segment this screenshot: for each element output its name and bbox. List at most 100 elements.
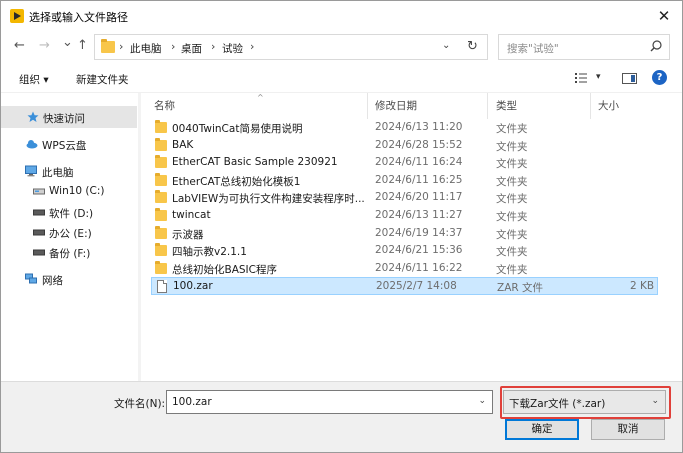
cloud-icon bbox=[26, 140, 38, 149]
column-divider[interactable] bbox=[367, 93, 368, 119]
new-folder-button[interactable]: 新建文件夹 bbox=[76, 72, 129, 87]
nav-item-drive-f[interactable]: 备份 (F:) bbox=[1, 241, 137, 263]
folder-icon bbox=[155, 172, 167, 186]
column-header-name[interactable]: 名称 bbox=[154, 98, 175, 113]
breadcrumb-separator: › bbox=[250, 40, 255, 53]
cell-type: 文件夹 bbox=[496, 123, 528, 135]
preview-pane-icon[interactable] bbox=[622, 73, 637, 84]
cell-size: 2 KB bbox=[630, 280, 655, 293]
chevron-down-icon[interactable]: ⌄ bbox=[478, 396, 486, 406]
nav-item-drive-c[interactable]: Win10 (C:) bbox=[1, 180, 137, 202]
column-header-size[interactable]: 大小 bbox=[598, 98, 619, 113]
cell-type: 文件夹 bbox=[496, 228, 528, 241]
cell-name: 0040TwinCat简易使用说明 bbox=[172, 123, 303, 135]
column-header-modified[interactable]: 修改日期 bbox=[375, 98, 417, 113]
file-row[interactable]: 100.zar 2025/2/7 14:08 ZAR 文件 2 KB bbox=[151, 277, 658, 295]
nav-item-wps-cloud[interactable]: WPS云盘 bbox=[1, 133, 137, 155]
drive-icon bbox=[33, 188, 45, 195]
breadcrumb-separator: › bbox=[211, 40, 216, 53]
dialog-footer: 文件名(N): 100.zar ⌄ 下载Zar文件 (*.zar) ⌄ 确定 取… bbox=[1, 381, 682, 452]
cell-modified: 2024/6/28 15:52 bbox=[375, 138, 463, 151]
cell-modified: 2025/2/7 14:08 bbox=[376, 280, 457, 293]
close-button[interactable]: ✕ bbox=[646, 1, 682, 31]
recent-locations-button[interactable]: ⌄ bbox=[62, 36, 73, 50]
folder-icon bbox=[155, 120, 167, 133]
folder-row[interactable]: LabVIEW为可执行文件构建安装程序时... 2024/6/20 11:17 文件… bbox=[151, 189, 658, 207]
cell-name: twincat bbox=[172, 209, 211, 221]
nav-item-label: 网络 bbox=[42, 275, 63, 287]
nav-item-label: Win10 (C:) bbox=[49, 185, 105, 197]
column-divider[interactable] bbox=[487, 93, 488, 119]
filename-value: 100.zar bbox=[172, 396, 212, 408]
folder-row[interactable]: BAK 2024/6/28 15:52 文件夹 bbox=[151, 137, 658, 155]
nav-item-drive-e[interactable]: 办公 (E:) bbox=[1, 221, 137, 243]
folder-row[interactable]: EtherCAT Basic Sample 230921 2024/6/11 16… bbox=[151, 154, 658, 172]
nav-item-quick-access[interactable]: 快速访问 bbox=[1, 106, 137, 128]
nav-item-label: 软件 (D:) bbox=[49, 208, 94, 220]
column-header-type[interactable]: 类型 bbox=[496, 98, 517, 113]
folder-icon bbox=[155, 155, 167, 169]
folder-icon bbox=[155, 190, 167, 204]
breadcrumb-desktop[interactable]: 桌面 bbox=[181, 41, 202, 56]
window-title: 选择或输入文件路径 bbox=[29, 11, 128, 24]
address-bar[interactable]: › 此电脑 › 桌面 › 试验 › ⌄ ↻ bbox=[94, 34, 488, 60]
file-type-select[interactable]: 下载Zar文件 (*.zar) ⌄ bbox=[503, 390, 666, 414]
folder-row[interactable]: 总线初始化BASIC程序 2024/6/11 16:22 文件夹 bbox=[151, 260, 658, 278]
sort-indicator-icon: ^ bbox=[257, 93, 264, 102]
folder-icon bbox=[155, 243, 167, 257]
cell-name: EtherCAT总线初始化模板1 bbox=[172, 175, 301, 188]
search-input[interactable]: 搜索"试验" bbox=[498, 34, 670, 60]
cell-modified: 2024/6/21 15:36 bbox=[375, 244, 463, 257]
forward-button[interactable]: → bbox=[39, 39, 50, 53]
labview-app-icon bbox=[10, 9, 24, 23]
folder-row[interactable]: EtherCAT总线初始化模板1 2024/6/11 16:25 文件夹 bbox=[151, 172, 658, 190]
file-list: ^ 名称 修改日期 类型 大小 0040TwinCat简易使用说明 2024/6/… bbox=[142, 93, 682, 381]
refresh-button[interactable]: ↻ bbox=[467, 39, 478, 54]
filename-input[interactable]: 100.zar ⌄ bbox=[166, 390, 493, 414]
nav-pane-scrollbar[interactable] bbox=[138, 93, 141, 381]
cell-name: LabVIEW为可执行文件构建安装程序时... bbox=[172, 193, 365, 206]
nav-item-drive-d[interactable]: 软件 (D:) bbox=[1, 201, 137, 223]
breadcrumb-separator: › bbox=[171, 40, 176, 53]
search-icon[interactable] bbox=[649, 39, 663, 53]
column-divider[interactable] bbox=[590, 93, 591, 119]
nav-item-label: 此电脑 bbox=[42, 167, 74, 179]
cell-type: 文件夹 bbox=[496, 158, 528, 171]
folder-row[interactable]: 四轴示教v2.1.1 2024/6/21 15:36 文件夹 bbox=[151, 242, 658, 260]
cell-type: 文件夹 bbox=[496, 211, 528, 223]
ok-button[interactable]: 确定 bbox=[505, 419, 579, 440]
folder-row[interactable]: 示波器 2024/6/19 14:37 文件夹 bbox=[151, 225, 658, 243]
drive-icon bbox=[33, 209, 45, 216]
address-history-dropdown[interactable]: ⌄ bbox=[442, 40, 450, 51]
help-icon[interactable]: ? bbox=[652, 70, 667, 85]
cell-type: 文件夹 bbox=[496, 263, 528, 276]
up-button[interactable]: ↑ bbox=[77, 39, 88, 53]
cell-type: 文件夹 bbox=[496, 193, 528, 206]
cell-modified: 2024/6/11 16:25 bbox=[375, 173, 463, 186]
nav-item-this-pc[interactable]: 此电脑 bbox=[1, 160, 137, 182]
folder-row[interactable]: twincat 2024/6/13 11:27 文件夹 bbox=[151, 207, 658, 225]
chevron-down-icon[interactable]: ⌄ bbox=[651, 396, 659, 406]
filename-label: 文件名(N): bbox=[114, 398, 166, 410]
cell-modified: 2024/6/19 14:37 bbox=[375, 226, 463, 239]
view-dropdown[interactable]: ▾ bbox=[596, 72, 601, 82]
nav-item-network[interactable]: 网络 bbox=[1, 268, 137, 290]
cell-name: EtherCAT Basic Sample 230921 bbox=[172, 156, 338, 169]
title-bar: 选择或输入文件路径 ✕ bbox=[1, 1, 682, 31]
breadcrumb-this-pc[interactable]: 此电脑 bbox=[130, 41, 162, 56]
file-dialog: 选择或输入文件路径 ✕ ← → ⌄ ↑ › 此电脑 › 桌面 › 试验 › ⌄ … bbox=[0, 0, 683, 453]
drive-icon bbox=[33, 229, 45, 236]
cell-modified: 2024/6/13 11:27 bbox=[375, 209, 463, 221]
breadcrumb-test[interactable]: 试验 bbox=[222, 41, 243, 56]
organize-menu[interactable]: 组织 ▾ bbox=[19, 72, 49, 87]
cell-modified: 2024/6/11 16:24 bbox=[375, 156, 463, 169]
command-bar: 组织 ▾ 新建文件夹 ▾ ? bbox=[1, 63, 682, 93]
cell-name: BAK bbox=[172, 138, 194, 151]
nav-item-label: WPS云盘 bbox=[42, 140, 87, 152]
folder-row[interactable]: 0040TwinCat简易使用说明 2024/6/13 11:20 文件夹 bbox=[151, 119, 658, 137]
file-icon bbox=[157, 280, 167, 294]
cancel-button[interactable]: 取消 bbox=[591, 419, 665, 440]
view-options-icon[interactable] bbox=[575, 72, 587, 84]
back-button[interactable]: ← bbox=[14, 39, 25, 53]
cell-modified: 2024/6/13 11:20 bbox=[375, 121, 463, 133]
